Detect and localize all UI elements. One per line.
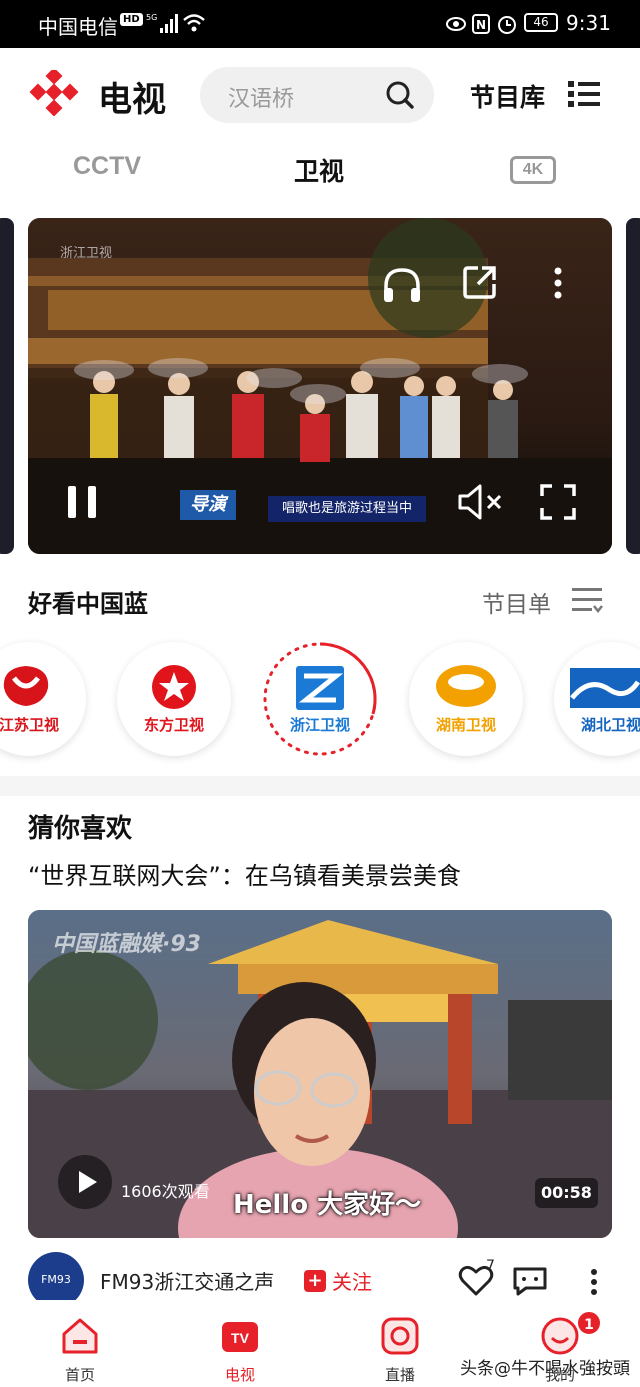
comment-icon[interactable] [512, 1266, 548, 1296]
video-headline[interactable]: “世界互联网大会”：在乌镇看美景尝美食 [28, 856, 461, 891]
program-list-button[interactable]: 节目单 [482, 585, 551, 619]
recommend-title: 猜你喜欢 [28, 814, 133, 844]
status-bar: 中国电信 HD 5G N 46 9:31 [0, 0, 640, 48]
nav-live[interactable]: 直播 [360, 1364, 440, 1385]
svg-text:5G: 5G [146, 13, 157, 22]
play-icon [79, 1171, 97, 1193]
program-library-button[interactable]: 节目库 [470, 78, 545, 114]
search-icon[interactable] [384, 79, 416, 111]
hunan-logo-icon [436, 665, 496, 707]
author-name[interactable]: FM93浙江交通之声 [100, 1266, 274, 1295]
channel-zhejiang-active[interactable]: 浙江卫视 [263, 642, 377, 756]
video-watermark: 中国蓝融媒·93 [52, 932, 201, 957]
search-placeholder: 汉语桥 [228, 87, 295, 112]
player-caption: 唱歌也是旅游过程当中 [268, 496, 427, 522]
channel-hunan[interactable]: 湖南卫视 [409, 642, 523, 756]
tab-4k[interactable]: 4K [510, 156, 556, 184]
channel-watermark: 浙江卫视 [60, 246, 113, 261]
zhejiang-logo-icon [296, 666, 344, 710]
carrier-label: 中国电信 [38, 15, 118, 39]
channel-name: 浙江卫视 [289, 716, 350, 734]
tab-cctv[interactable]: CCTV [73, 152, 141, 181]
list-menu-icon[interactable] [566, 78, 602, 110]
audio-headphones-icon[interactable] [380, 264, 424, 304]
fullscreen-icon[interactable] [538, 482, 578, 522]
tab-satellite[interactable]: 卫视 [294, 152, 344, 188]
play-button[interactable] [58, 1155, 112, 1209]
home-icon[interactable] [60, 1316, 100, 1356]
app-root: 中国电信 HD 5G N 46 9:31 电视 汉语桥 节目库 CCTV 卫视 … [0, 0, 640, 1387]
live-player[interactable]: 浙江卫视 导演 唱歌也是旅游过程当中 [28, 218, 612, 554]
svg-text:N: N [476, 18, 486, 32]
tv-icon[interactable]: TV [220, 1316, 260, 1356]
brand-title: 电视 [98, 80, 166, 120]
nav-home[interactable]: 首页 [40, 1364, 120, 1385]
hubei-logo-icon [570, 668, 640, 708]
battery-indicator: 46 [524, 13, 558, 32]
channel-jiangsu[interactable]: 江苏卫视 [0, 642, 86, 756]
section-title: 好看中国蓝 [28, 590, 148, 618]
like-count: 7 [486, 1258, 495, 1274]
live-icon[interactable] [380, 1316, 420, 1356]
pause-icon[interactable] [64, 482, 100, 522]
nav-tv[interactable]: 电视 [200, 1364, 280, 1385]
hd-badge: HD [120, 13, 143, 26]
view-count: 1606次观看 [121, 1182, 210, 1201]
svg-text:TV: TV [231, 1330, 250, 1346]
channel-dongfang[interactable]: 东方卫视 [117, 642, 231, 756]
signal-icon: 5G [146, 13, 178, 33]
clock: 9:31 [566, 11, 611, 35]
video-duration: 00:58 [535, 1178, 598, 1208]
jiangsu-logo-icon [3, 666, 49, 706]
channel-name: 东方卫视 [143, 716, 204, 734]
director-tag: 导演 [180, 490, 236, 520]
video-card[interactable]: 中国蓝融媒·93 1606次观看 Hello 大家好～ 00:58 [28, 910, 612, 1238]
channel-hubei[interactable]: 湖北卫视 [554, 642, 640, 756]
section-divider [0, 776, 640, 796]
status-icons: N [446, 14, 516, 34]
channel-name: 江苏卫视 [0, 716, 59, 734]
share-icon[interactable] [462, 264, 498, 300]
wifi-icon [183, 14, 205, 32]
follow-button[interactable]: 关注 [332, 1266, 372, 1295]
app-logo[interactable] [28, 70, 82, 116]
carousel-prev-card[interactable] [0, 218, 14, 554]
profile-icon[interactable] [540, 1316, 580, 1356]
program-list-icon[interactable] [572, 586, 604, 614]
more-icon[interactable] [586, 1268, 602, 1296]
source-watermark: 头条@牛不喝水強按頭 [460, 1359, 630, 1379]
follow-plus-icon[interactable]: + [304, 1270, 326, 1292]
video-subtitle: Hello 大家好～ [233, 1190, 422, 1220]
carousel-next-card[interactable] [626, 218, 640, 554]
search-bar[interactable]: 汉语桥 [200, 67, 434, 123]
channel-name: 湖南卫视 [435, 716, 496, 734]
channel-name: 湖北卫视 [580, 716, 640, 734]
notification-badge: 1 [576, 1310, 602, 1336]
dongfang-logo-icon [152, 665, 196, 709]
mute-icon[interactable] [456, 482, 504, 522]
more-options-icon[interactable] [550, 266, 566, 300]
